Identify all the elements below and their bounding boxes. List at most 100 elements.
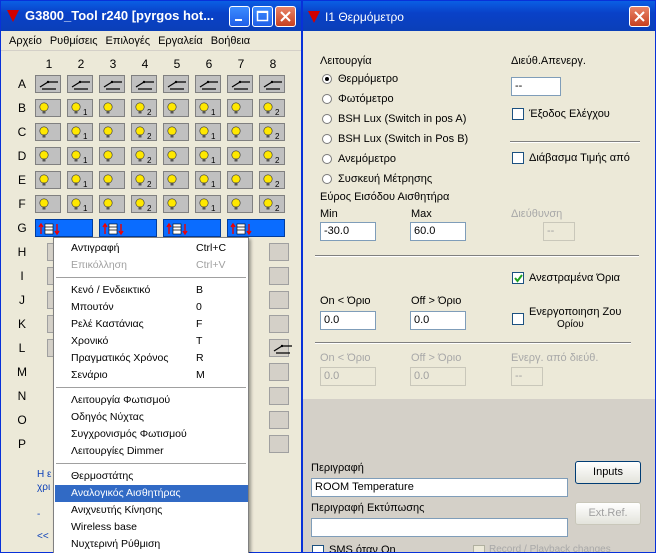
- menu-item[interactable]: Επιλογές: [102, 35, 155, 47]
- light-cell[interactable]: [99, 171, 125, 189]
- context-menu-item[interactable]: Νυχτερινή Ρύθμιση: [55, 536, 248, 553]
- light-cell[interactable]: 2: [259, 99, 285, 117]
- light-cell[interactable]: 1: [195, 171, 221, 189]
- mode-radio[interactable]: [322, 174, 332, 184]
- context-menu-item[interactable]: Λειτουργία Φωτισμού: [55, 392, 248, 409]
- switch-cell[interactable]: [195, 75, 221, 93]
- empty-cell[interactable]: [269, 411, 289, 429]
- off-limit-field[interactable]: 0.0: [410, 311, 466, 330]
- light-cell[interactable]: [227, 171, 253, 189]
- light-cell[interactable]: 1: [195, 147, 221, 165]
- light-cell[interactable]: [163, 99, 189, 117]
- switch-cell[interactable]: [163, 75, 189, 93]
- control-output-checkbox[interactable]: [512, 108, 524, 120]
- maximize-button[interactable]: [252, 6, 273, 27]
- mode-radio[interactable]: [322, 74, 332, 84]
- light-cell[interactable]: [35, 171, 61, 189]
- empty-cell[interactable]: [269, 363, 289, 381]
- context-menu-item[interactable]: Οδηγός Νύχτας: [55, 409, 248, 426]
- light-cell[interactable]: 1: [195, 99, 221, 117]
- mode-radio[interactable]: [322, 94, 332, 104]
- context-menu-item[interactable]: Σενάριο M: [55, 367, 248, 384]
- light-cell[interactable]: [227, 123, 253, 141]
- inputs-button[interactable]: Inputs: [575, 461, 641, 484]
- menu-item[interactable]: Αρχείο: [5, 35, 46, 47]
- max-field[interactable]: 60.0: [410, 222, 466, 241]
- light-cell[interactable]: 1: [67, 99, 93, 117]
- light-cell[interactable]: [35, 123, 61, 141]
- light-cell[interactable]: [227, 147, 253, 165]
- context-menu-item[interactable]: Μπουτόν 0: [55, 299, 248, 316]
- mode-radio[interactable]: [322, 154, 332, 164]
- context-menu-item[interactable]: Λειτουργίες Dimmer: [55, 443, 248, 460]
- switch-cell[interactable]: [35, 75, 61, 93]
- light-cell[interactable]: 1: [67, 123, 93, 141]
- light-cell[interactable]: 2: [131, 171, 157, 189]
- light-cell[interactable]: 2: [131, 147, 157, 165]
- context-menu-item[interactable]: Πραγματικός Χρόνος R: [55, 350, 248, 367]
- blind-cell[interactable]: [35, 219, 93, 237]
- light-cell[interactable]: [227, 195, 253, 213]
- mode-radio[interactable]: [322, 134, 332, 144]
- context-menu-item[interactable]: Ανιχνευτής Κίνησης: [55, 502, 248, 519]
- print-description-field[interactable]: [311, 518, 568, 537]
- context-menu-item[interactable]: Συγχρονισμός Φωτισμού: [55, 426, 248, 443]
- light-cell[interactable]: 2: [259, 123, 285, 141]
- light-cell[interactable]: 1: [67, 171, 93, 189]
- min-field[interactable]: -30.0: [320, 222, 376, 241]
- context-menu-item[interactable]: Ρελέ Καστάνιας F: [55, 316, 248, 333]
- light-cell[interactable]: [35, 195, 61, 213]
- inverted-limits-checkbox[interactable]: [512, 272, 524, 284]
- dialog-close-button[interactable]: [629, 6, 650, 27]
- zone-activation-checkbox[interactable]: [512, 313, 524, 325]
- light-cell[interactable]: [99, 99, 125, 117]
- empty-cell[interactable]: [269, 387, 289, 405]
- light-cell[interactable]: [35, 147, 61, 165]
- light-cell[interactable]: [227, 99, 253, 117]
- description-field[interactable]: ROOM Temperature: [311, 478, 568, 497]
- context-menu-item[interactable]: Θερμοστάτης: [55, 468, 248, 485]
- light-cell[interactable]: [163, 147, 189, 165]
- light-cell[interactable]: 2: [259, 195, 285, 213]
- context-menu-item[interactable]: Χρονικό T: [55, 333, 248, 350]
- empty-cell[interactable]: [269, 267, 289, 285]
- switch-cell[interactable]: [67, 75, 93, 93]
- deactivation-address-field[interactable]: --: [511, 77, 561, 96]
- sms-checkbox[interactable]: [312, 545, 324, 552]
- light-cell[interactable]: 2: [259, 147, 285, 165]
- blind-cell[interactable]: [99, 219, 157, 237]
- light-cell[interactable]: 2: [131, 195, 157, 213]
- light-cell[interactable]: [163, 171, 189, 189]
- read-value-checkbox[interactable]: [512, 152, 524, 164]
- light-cell[interactable]: [35, 99, 61, 117]
- context-menu-item[interactable]: Κενό / Ενδεικτικό B: [55, 282, 248, 299]
- minimize-button[interactable]: [229, 6, 250, 27]
- light-cell[interactable]: 1: [195, 123, 221, 141]
- light-cell[interactable]: [163, 123, 189, 141]
- light-cell[interactable]: 1: [67, 147, 93, 165]
- empty-cell[interactable]: [269, 243, 289, 261]
- close-button[interactable]: [275, 6, 296, 27]
- light-cell[interactable]: 2: [259, 171, 285, 189]
- blind-cell[interactable]: [227, 219, 285, 237]
- switch-cell[interactable]: [259, 75, 285, 93]
- light-cell[interactable]: [163, 195, 189, 213]
- light-cell[interactable]: 2: [131, 99, 157, 117]
- empty-cell[interactable]: [269, 291, 289, 309]
- light-cell[interactable]: [99, 147, 125, 165]
- dialog-titlebar[interactable]: I1 Θερμόμετρο: [303, 1, 655, 31]
- empty-cell[interactable]: [269, 435, 289, 453]
- light-cell[interactable]: 1: [195, 195, 221, 213]
- light-cell[interactable]: 2: [131, 123, 157, 141]
- context-menu-item[interactable]: Αντιγραφή Ctrl+C: [55, 240, 248, 257]
- on-limit-field[interactable]: 0.0: [320, 311, 376, 330]
- switch-cell[interactable]: [227, 75, 253, 93]
- context-menu-item[interactable]: Αναλογικός Αισθητήρας: [55, 485, 248, 502]
- light-cell[interactable]: 1: [67, 195, 93, 213]
- switch-cell[interactable]: [131, 75, 157, 93]
- switch-cell[interactable]: [99, 75, 125, 93]
- main-window-titlebar[interactable]: G3800_Tool r240 [pyrgos hot...: [1, 1, 301, 31]
- context-menu-item[interactable]: Wireless base: [55, 519, 248, 536]
- empty-cell[interactable]: [269, 315, 289, 333]
- light-cell[interactable]: [99, 195, 125, 213]
